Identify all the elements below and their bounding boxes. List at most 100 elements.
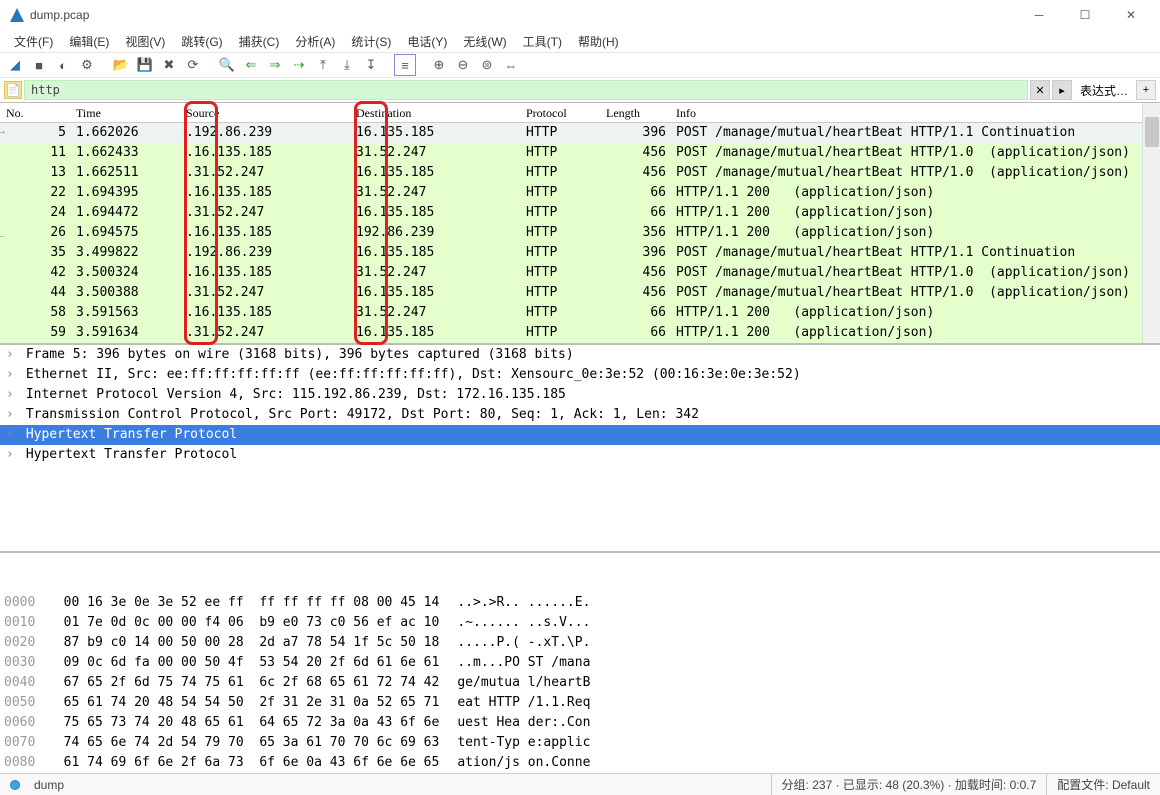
open-file-icon[interactable]: 📂 (110, 54, 132, 76)
status-profile[interactable]: 配置文件: Default (1046, 774, 1160, 795)
hex-bytes: 09 0c 6d fa 00 00 50 4f 53 54 20 2f 6d 6… (48, 653, 439, 673)
reload-icon[interactable]: ⟳ (182, 54, 204, 76)
details-row[interactable]: › Hypertext Transfer Protocol (0, 425, 1160, 445)
clear-filter-button[interactable]: ✕ (1030, 80, 1050, 100)
display-filter-input[interactable] (24, 80, 1028, 100)
packet-bytes-pane[interactable]: 0000 00 16 3e 0e 3e 52 ee ff ff ff ff ff… (0, 552, 1160, 773)
restart-capture-icon[interactable]: ◐ (52, 54, 74, 76)
details-row[interactable]: › Hypertext Transfer Protocol (0, 445, 1160, 465)
packet-details-pane[interactable]: › Frame 5: 396 bytes on wire (3168 bits)… (0, 344, 1160, 552)
status-file: dump (30, 778, 771, 792)
packet-row[interactable]: 261.694575.16.135.185192.86.239HTTP356HT… (0, 223, 1160, 243)
menu-go[interactable]: 跳转(G) (173, 31, 230, 52)
expand-icon[interactable]: › (6, 405, 18, 425)
hex-row[interactable]: 0080 61 74 69 6f 6e 2f 6a 73 6f 6e 0a 43… (0, 753, 1160, 773)
expand-icon[interactable]: › (6, 445, 18, 465)
hex-ascii: .....P.( -.xT.\P. (439, 633, 590, 653)
add-filter-button[interactable]: + (1136, 80, 1156, 100)
auto-scroll-icon[interactable]: ↧ (360, 54, 382, 76)
details-row[interactable]: › Internet Protocol Version 4, Src: 115.… (0, 385, 1160, 405)
maximize-button[interactable]: ☐ (1062, 0, 1108, 30)
col-source[interactable]: Source (186, 103, 356, 123)
bookmark-filter-icon[interactable]: 📄 (4, 81, 22, 99)
close-file-icon[interactable]: ✖ (158, 54, 180, 76)
zoom-out-icon[interactable]: ⊖ (452, 54, 474, 76)
menu-file[interactable]: 文件(F) (6, 31, 61, 52)
hex-row[interactable]: 0010 01 7e 0d 0c 00 00 f4 06 b9 e0 73 c0… (0, 613, 1160, 633)
menu-help[interactable]: 帮助(H) (570, 31, 627, 52)
packet-row[interactable]: 221.694395.16.135.18531.52.247HTTP66HTTP… (0, 183, 1160, 203)
menubar: 文件(F) 编辑(E) 视图(V) 跳转(G) 捕获(C) 分析(A) 统计(S… (0, 30, 1160, 52)
details-text: Frame 5: 396 bytes on wire (3168 bits), … (18, 345, 574, 365)
expand-icon[interactable]: › (6, 385, 18, 405)
col-length[interactable]: Length (606, 103, 676, 123)
packet-row[interactable]: 353.499822.192.86.23916.135.185HTTP396PO… (0, 243, 1160, 263)
hex-row[interactable]: 0000 00 16 3e 0e 3e 52 ee ff ff ff ff ff… (0, 593, 1160, 613)
related-packet-arrow-icon: → (0, 125, 7, 137)
menu-tools[interactable]: 工具(T) (515, 31, 570, 52)
hex-offset: 0050 (4, 693, 48, 713)
hex-row[interactable]: 0050 65 61 74 20 48 54 54 50 2f 31 2e 31… (0, 693, 1160, 713)
menu-view[interactable]: 视图(V) (117, 31, 173, 52)
packet-list-body[interactable]: → ← 51.662026.192.86.23916.135.185HTTP39… (0, 123, 1160, 343)
go-back-icon[interactable]: ⇐ (240, 54, 262, 76)
packet-scrollbar[interactable] (1142, 103, 1160, 343)
apply-filter-button[interactable]: ▸ (1052, 80, 1072, 100)
window-title: dump.pcap (30, 8, 1016, 22)
go-to-packet-icon[interactable]: ⇢ (288, 54, 310, 76)
menu-telephony[interactable]: 电话(Y) (399, 31, 455, 52)
hex-offset: 0040 (4, 673, 48, 693)
details-row[interactable]: › Ethernet II, Src: ee:ff:ff:ff:ff:ff (e… (0, 365, 1160, 385)
stop-capture-icon[interactable]: ■ (28, 54, 50, 76)
hex-row[interactable]: 0020 87 b9 c0 14 00 50 00 28 2d a7 78 54… (0, 633, 1160, 653)
go-forward-icon[interactable]: ⇒ (264, 54, 286, 76)
packet-row[interactable]: 131.662511.31.52.24716.135.185HTTP456POS… (0, 163, 1160, 183)
packet-row[interactable]: 593.591634.31.52.24716.135.185HTTP66HTTP… (0, 323, 1160, 343)
hex-row[interactable]: 0040 67 65 2f 6d 75 74 75 61 6c 2f 68 65… (0, 673, 1160, 693)
packet-row[interactable]: 583.591563.16.135.18531.52.247HTTP66HTTP… (0, 303, 1160, 323)
zoom-in-icon[interactable]: ⊕ (428, 54, 450, 76)
menu-statistics[interactable]: 统计(S) (343, 31, 399, 52)
hex-ascii: uest Hea der:.Con (439, 713, 590, 733)
packet-row[interactable]: 443.500388.31.52.24716.135.185HTTP456POS… (0, 283, 1160, 303)
minimize-button[interactable]: ─ (1016, 0, 1062, 30)
expert-info-icon[interactable] (10, 780, 20, 790)
col-protocol[interactable]: Protocol (526, 103, 606, 123)
find-icon[interactable]: 🔍 (216, 54, 238, 76)
menu-wireless[interactable]: 无线(W) (455, 31, 514, 52)
expand-icon[interactable]: › (6, 345, 18, 365)
hex-row[interactable]: 0030 09 0c 6d fa 00 00 50 4f 53 54 20 2f… (0, 653, 1160, 673)
col-no[interactable]: No. (6, 103, 76, 123)
save-file-icon[interactable]: 💾 (134, 54, 156, 76)
app-icon (10, 8, 24, 22)
capture-options-icon[interactable]: ⚙ (76, 54, 98, 76)
expression-button[interactable]: 表达式… (1074, 82, 1134, 99)
related-packet-arrow-icon: ← (0, 229, 7, 241)
details-row[interactable]: › Frame 5: 396 bytes on wire (3168 bits)… (0, 345, 1160, 365)
details-row[interactable]: › Transmission Control Protocol, Src Por… (0, 405, 1160, 425)
packet-row[interactable]: 51.662026.192.86.23916.135.185HTTP396POS… (0, 123, 1160, 143)
scroll-thumb[interactable] (1145, 117, 1159, 147)
go-last-icon[interactable]: ⤓ (336, 54, 358, 76)
col-destination[interactable]: Destination (356, 103, 526, 123)
col-time[interactable]: Time (76, 103, 186, 123)
zoom-reset-icon[interactable]: ⊜ (476, 54, 498, 76)
menu-edit[interactable]: 编辑(E) (61, 31, 117, 52)
expand-icon[interactable]: › (6, 365, 18, 385)
hex-row[interactable]: 0060 75 65 73 74 20 48 65 61 64 65 72 3a… (0, 713, 1160, 733)
packet-row[interactable]: 111.662433.16.135.18531.52.247HTTP456POS… (0, 143, 1160, 163)
go-first-icon[interactable]: ⤒ (312, 54, 334, 76)
close-button[interactable]: ✕ (1108, 0, 1154, 30)
statusbar: dump 分组: 237 · 已显示: 48 (20.3%) · 加载时间: 0… (0, 773, 1160, 795)
expand-icon[interactable]: › (6, 425, 18, 445)
packet-row[interactable]: 241.694472.31.52.24716.135.185HTTP66HTTP… (0, 203, 1160, 223)
hex-row[interactable]: 0070 74 65 6e 74 2d 54 79 70 65 3a 61 70… (0, 733, 1160, 753)
packet-row[interactable]: 423.500324.16.135.18531.52.247HTTP456POS… (0, 263, 1160, 283)
start-capture-icon[interactable]: ◢ (4, 54, 26, 76)
col-info[interactable]: Info (676, 103, 1160, 123)
menu-analyze[interactable]: 分析(A) (287, 31, 343, 52)
resize-columns-icon[interactable]: ⇔ (500, 54, 522, 76)
colorize-icon[interactable]: ≡ (394, 54, 416, 76)
menu-capture[interactable]: 捕获(C) (231, 31, 288, 52)
hex-ascii: ation/js on.Conne (439, 753, 590, 773)
